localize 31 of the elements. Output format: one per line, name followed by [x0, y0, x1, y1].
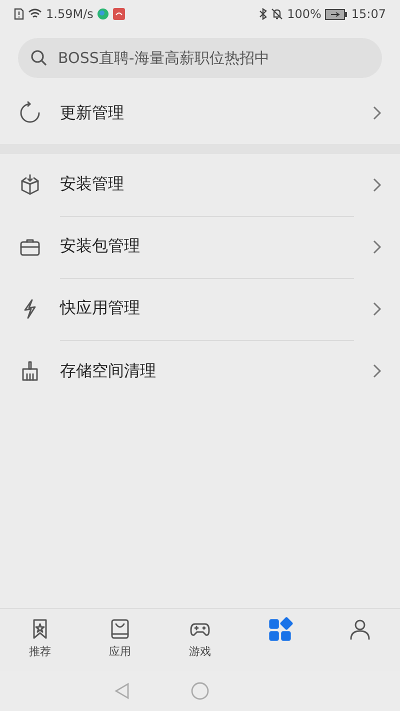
menu-item[interactable]: 安装包管理 — [0, 216, 400, 278]
nav-tab[interactable]: 推荐 — [0, 609, 80, 671]
wifi-icon — [28, 8, 42, 20]
sim-alert-icon — [14, 8, 24, 20]
battery-icon — [325, 8, 348, 20]
clock-time: 15:07 — [351, 7, 386, 21]
refresh-icon — [18, 101, 42, 125]
bell-muted-icon — [271, 8, 284, 20]
grid-icon — [267, 617, 293, 643]
globe-icon — [97, 8, 110, 20]
menu-item[interactable]: 存储空间清理 — [0, 340, 400, 402]
search-bar[interactable]: BOSS直聘-海量高薪职位热招中 — [18, 38, 382, 78]
menu-item[interactable]: 更新管理 — [0, 82, 400, 144]
chevron-right-icon — [372, 363, 382, 379]
search-icon — [30, 49, 48, 67]
chevron-right-icon — [372, 177, 382, 193]
app-icon — [113, 8, 126, 20]
person-icon — [348, 617, 372, 641]
menu-item[interactable]: 快应用管理 — [0, 278, 400, 340]
menu-item[interactable]: 安装管理 — [0, 154, 400, 216]
battery-level: 100% — [287, 7, 322, 21]
nav-tab[interactable]: 游戏 — [160, 609, 240, 671]
network-speed: 1.59M/s — [46, 7, 94, 21]
nav-tab[interactable]: 应用 — [80, 609, 160, 671]
chevron-right-icon — [372, 105, 382, 121]
chevron-right-icon — [372, 239, 382, 255]
back-icon[interactable] — [113, 682, 131, 700]
chevron-right-icon — [372, 301, 382, 317]
search-field[interactable]: BOSS直聘-海量高薪职位热招中 — [56, 48, 370, 68]
bluetooth-icon — [259, 8, 268, 20]
home-icon[interactable] — [191, 682, 209, 700]
